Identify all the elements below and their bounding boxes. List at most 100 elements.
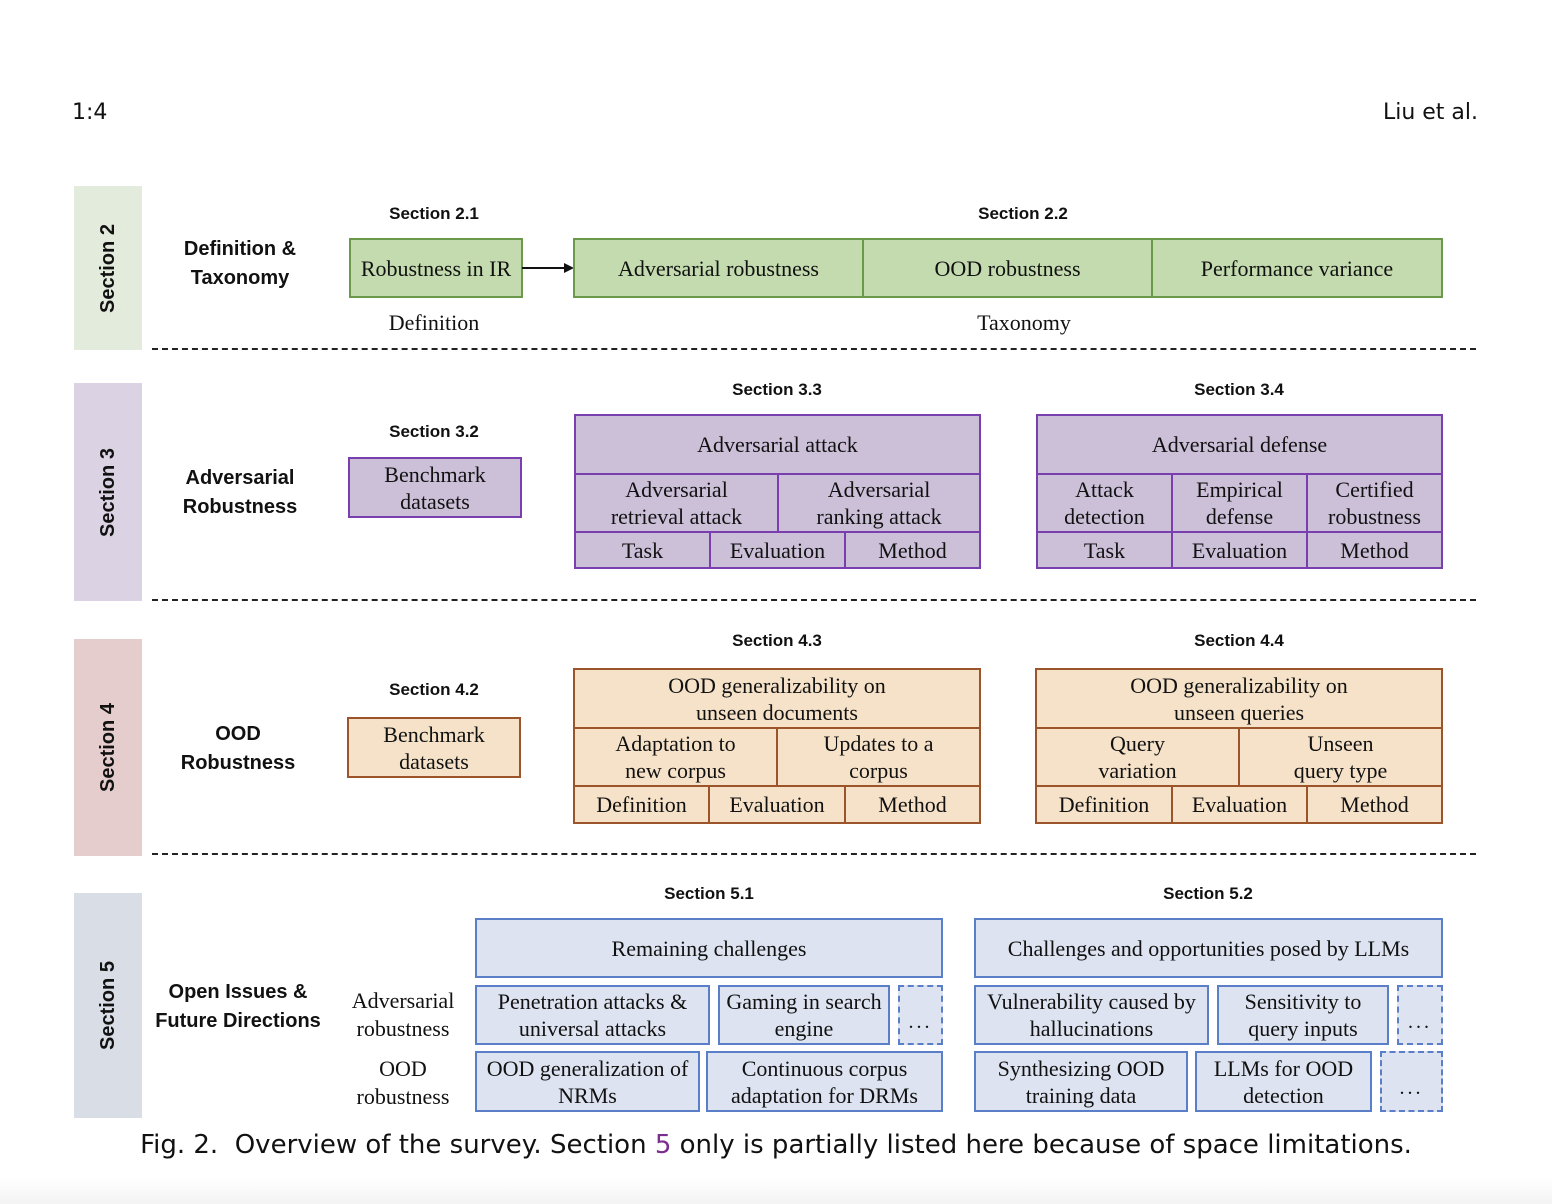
- section-3-tab-label: Section 3: [96, 447, 119, 537]
- box-evaluation: Evaluation: [1171, 785, 1308, 824]
- page-bottom-shade: [0, 1178, 1552, 1204]
- section-3-2-label: Section 3.2: [389, 422, 479, 441]
- box-text: Updates to a corpus: [823, 731, 934, 783]
- box-benchmark-datasets-adv: Benchmark datasets: [348, 457, 522, 518]
- box-text: Definition: [596, 792, 687, 817]
- ellipsis-icon: ...: [1399, 1077, 1424, 1099]
- box-certified-robustness: Certified robustness: [1306, 473, 1443, 533]
- category-line: Robustness: [180, 752, 296, 774]
- section-4-category: OOD Robustness: [138, 720, 338, 778]
- box-evaluation: Evaluation: [709, 531, 846, 569]
- section-4-tab-label: Section 4: [96, 703, 119, 792]
- section-2-category: Definition & Taxonomy: [140, 235, 340, 293]
- box-vulnerability-hallucinations: Vulnerability caused by hallucinations: [974, 985, 1209, 1045]
- box-performance-variance: Performance variance: [1151, 238, 1443, 298]
- box-text: Method: [1340, 792, 1409, 817]
- box-evaluation: Evaluation: [1171, 531, 1308, 569]
- box-more-ellipsis: ...: [1397, 985, 1443, 1045]
- box-penetration-universal-attacks: Penetration attacks & universal attacks: [475, 985, 710, 1045]
- box-text: Evaluation: [729, 792, 825, 817]
- box-adversarial-ranking-attack: Adversarial ranking attack: [777, 473, 981, 533]
- section-2-2-label: Section 2.2: [978, 204, 1068, 223]
- box-more-ellipsis: ...: [898, 985, 943, 1045]
- box-more-ellipsis: ...: [1380, 1051, 1443, 1112]
- section-2-1-label: Section 2.1: [389, 204, 479, 223]
- box-ood-unseen-documents: OOD generalizability on unseen documents: [573, 668, 981, 729]
- box-llm-challenges-opportunities: Challenges and opportunities posed by LL…: [974, 918, 1443, 978]
- box-text: Evaluation: [1191, 792, 1288, 817]
- section-4-3-label: Section 4.3: [732, 631, 822, 650]
- box-text: LLMs for OOD detection: [1213, 1055, 1354, 1108]
- running-authors: Liu et al.: [1382, 100, 1478, 125]
- box-llms-ood-detection: LLMs for OOD detection: [1195, 1051, 1372, 1112]
- box-ood-generalization-nrms: OOD generalization of NRMs: [475, 1051, 700, 1112]
- section-divider: [152, 599, 1476, 601]
- box-text: Empirical defense: [1196, 477, 1283, 529]
- box-adaptation-new-corpus: Adaptation to new corpus: [573, 727, 778, 787]
- box-ood-robustness: OOD robustness: [862, 238, 1153, 298]
- box-text: Task: [621, 537, 664, 563]
- box-method: Method: [1306, 785, 1443, 824]
- box-text: OOD robustness: [934, 255, 1081, 281]
- section-3-4-label: Section 3.4: [1194, 380, 1284, 399]
- box-adversarial-robustness: Adversarial robustness: [573, 238, 864, 298]
- box-ood-unseen-queries: OOD generalizability on unseen queries: [1035, 668, 1443, 729]
- section-3-3-label: Section 3.3: [732, 380, 822, 399]
- category-line: Adversarial: [185, 467, 295, 489]
- section-3-category: Adversarial Robustness: [140, 464, 340, 522]
- box-remaining-challenges: Remaining challenges: [475, 918, 943, 978]
- box-text: Certified robustness: [1328, 477, 1421, 529]
- box-synthesizing-ood-training-data: Synthesizing OOD training data: [974, 1051, 1188, 1112]
- box-text: Method: [1340, 537, 1409, 563]
- caption-definition: Definition: [388, 310, 480, 335]
- section-5-reference-link[interactable]: 5: [655, 1130, 672, 1160]
- box-text: Adversarial attack: [697, 432, 858, 457]
- category-line: Taxonomy: [190, 267, 290, 289]
- category-line: Robustness: [182, 496, 298, 518]
- section-2-tab: Section 2: [74, 186, 142, 350]
- box-text: Evaluation: [729, 537, 826, 563]
- section-5-tab: Section 5: [74, 893, 142, 1118]
- box-text: Query variation: [1098, 731, 1177, 783]
- box-text: Method: [878, 792, 947, 817]
- box-gaming-search-engine: Gaming in search engine: [718, 985, 890, 1045]
- category-line: Future Directions: [155, 1010, 321, 1032]
- box-method: Method: [844, 785, 981, 824]
- section-4-2-label: Section 4.2: [389, 680, 479, 699]
- box-task: Task: [1036, 531, 1173, 569]
- box-text: Adversarial robustness: [617, 255, 819, 281]
- box-updates-to-corpus: Updates to a corpus: [776, 727, 981, 787]
- section-divider: [152, 853, 1476, 855]
- category-line: Open Issues &: [168, 981, 308, 1003]
- box-adversarial-attack: Adversarial attack: [574, 414, 981, 475]
- box-adversarial-retrieval-attack: Adversarial retrieval attack: [574, 473, 779, 533]
- box-text: Attack detection: [1064, 477, 1145, 529]
- ellipsis-icon: ...: [1408, 1010, 1432, 1033]
- box-text: Definition: [1058, 792, 1150, 817]
- arrow-icon: [522, 263, 574, 273]
- section-5-category: Open Issues & Future Directions: [138, 978, 338, 1036]
- box-text: Method: [878, 537, 947, 563]
- box-robustness-in-ir: Robustness in IR: [349, 238, 523, 298]
- section-2-tab-label: Section 2: [96, 223, 119, 313]
- box-text: OOD generalizability on unseen documents: [668, 672, 886, 725]
- box-continuous-corpus-adaptation: Continuous corpus adaptation for DRMs: [706, 1051, 943, 1112]
- row-label-adversarial-robustness: Adversarial robustness: [351, 988, 455, 1041]
- box-text: Benchmark datasets: [383, 721, 485, 774]
- box-text: Unseen query type: [1293, 731, 1388, 783]
- box-text: Adversarial retrieval attack: [610, 477, 743, 529]
- box-text: Adversarial ranking attack: [816, 477, 942, 529]
- box-method: Method: [844, 531, 981, 569]
- section-5-tab-label: Section 5: [96, 961, 119, 1050]
- box-sensitivity-query-inputs: Sensitivity to query inputs: [1217, 985, 1389, 1045]
- box-text: Synthesizing OOD training data: [997, 1055, 1165, 1108]
- section-divider: [152, 348, 1476, 350]
- box-text: Adversarial defense: [1151, 432, 1328, 457]
- box-method: Method: [1306, 531, 1443, 569]
- figure-caption: Fig. 2. Overview of the survey. Section …: [0, 1130, 1552, 1160]
- box-adversarial-defense: Adversarial defense: [1036, 414, 1443, 475]
- box-text: Benchmark datasets: [384, 461, 486, 514]
- box-unseen-query-type: Unseen query type: [1238, 727, 1443, 787]
- category-line: OOD: [215, 723, 261, 745]
- caption-prefix: Fig. 2. Overview of the survey. Section: [140, 1130, 655, 1160]
